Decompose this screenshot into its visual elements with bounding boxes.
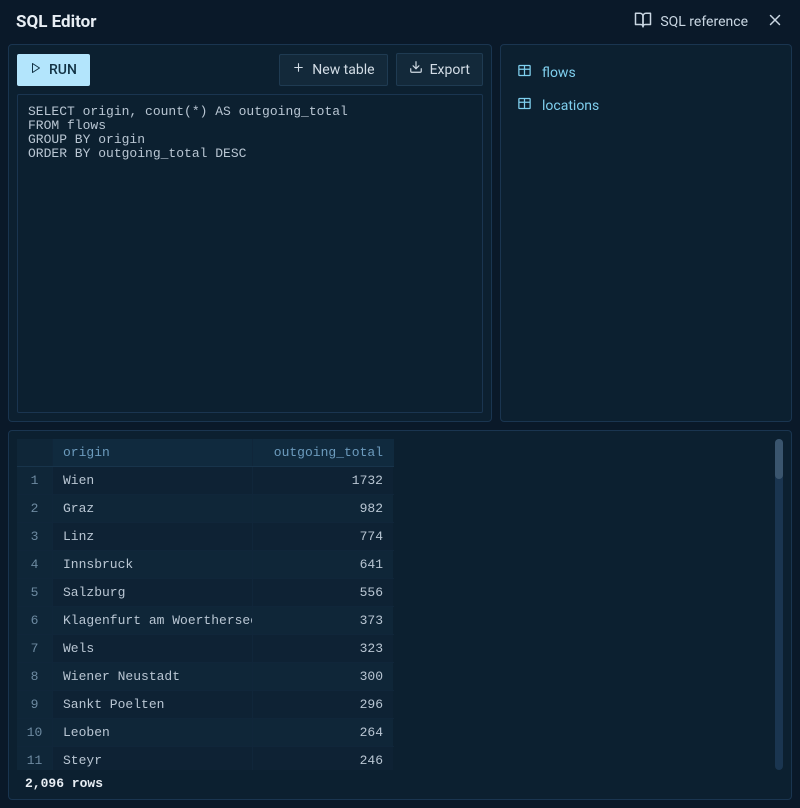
row-index: 4 xyxy=(17,551,53,578)
sql-reference-link[interactable]: SQL reference xyxy=(634,11,748,33)
row-index: 2 xyxy=(17,495,53,522)
results-panel: origin outgoing_total 1 Wien 1732 2 Graz… xyxy=(8,430,792,800)
table-row[interactable]: 4 Innsbruck 641 xyxy=(17,551,394,579)
row-index: 10 xyxy=(17,719,53,746)
close-button[interactable] xyxy=(766,11,784,33)
cell-origin: Wien xyxy=(53,467,253,494)
cell-outgoing-total: 300 xyxy=(253,663,393,690)
book-icon xyxy=(634,11,652,33)
row-index: 8 xyxy=(17,663,53,690)
row-index-header xyxy=(17,439,53,466)
table-row[interactable]: 10 Leoben 264 xyxy=(17,719,394,747)
table-row[interactable]: 6 Klagenfurt am Woerthersee 373 xyxy=(17,607,394,635)
cell-origin: Klagenfurt am Woerthersee xyxy=(53,607,253,634)
cell-outgoing-total: 982 xyxy=(253,495,393,522)
editor-panel: RUN New table Export SELECT origin, coun… xyxy=(8,44,492,422)
top-row: RUN New table Export SELECT origin, coun… xyxy=(8,44,792,422)
table-row[interactable]: 9 Sankt Poelten 296 xyxy=(17,691,394,719)
row-index: 3 xyxy=(17,523,53,550)
export-button[interactable]: Export xyxy=(396,53,483,86)
export-label: Export xyxy=(430,61,470,79)
results-scrollbar[interactable] xyxy=(775,439,783,770)
run-label: RUN xyxy=(49,61,77,79)
cell-outgoing-total: 373 xyxy=(253,607,393,634)
cell-origin: Leoben xyxy=(53,719,253,746)
table-icon xyxy=(517,63,532,82)
download-icon xyxy=(409,60,423,79)
cell-outgoing-total: 641 xyxy=(253,551,393,578)
table-row[interactable]: 3 Linz 774 xyxy=(17,523,394,551)
row-index: 1 xyxy=(17,467,53,494)
grid-header-row: origin outgoing_total xyxy=(17,439,394,467)
table-row[interactable]: 2 Graz 982 xyxy=(17,495,394,523)
cell-outgoing-total: 556 xyxy=(253,579,393,606)
cell-origin: Steyr xyxy=(53,747,253,770)
row-index: 7 xyxy=(17,635,53,662)
play-icon xyxy=(30,61,42,79)
cell-origin: Innsbruck xyxy=(53,551,253,578)
cell-outgoing-total: 774 xyxy=(253,523,393,550)
run-button[interactable]: RUN xyxy=(17,54,90,86)
results-scrollbar-thumb[interactable] xyxy=(775,439,783,479)
table-item-locations[interactable]: locations xyxy=(513,94,779,117)
column-header-outgoing-total[interactable]: outgoing_total xyxy=(253,439,393,466)
header-actions: SQL reference xyxy=(634,11,784,33)
table-row[interactable]: 1 Wien 1732 xyxy=(17,467,394,495)
tables-panel: flows locations xyxy=(500,44,792,422)
table-row[interactable]: 5 Salzburg 556 xyxy=(17,579,394,607)
cell-outgoing-total: 264 xyxy=(253,719,393,746)
page-title: SQL Editor xyxy=(16,12,96,32)
table-row[interactable]: 11 Steyr 246 xyxy=(17,747,394,770)
cell-outgoing-total: 296 xyxy=(253,691,393,718)
column-header-origin[interactable]: origin xyxy=(53,439,253,466)
results-grid: origin outgoing_total 1 Wien 1732 2 Graz… xyxy=(17,439,394,770)
cell-origin: Linz xyxy=(53,523,253,550)
main: RUN New table Export SELECT origin, coun… xyxy=(0,44,800,808)
cell-outgoing-total: 246 xyxy=(253,747,393,770)
row-index: 5 xyxy=(17,579,53,606)
cell-origin: Wiener Neustadt xyxy=(53,663,253,690)
sql-reference-label: SQL reference xyxy=(660,14,748,30)
cell-outgoing-total: 323 xyxy=(253,635,393,662)
table-row[interactable]: 8 Wiener Neustadt 300 xyxy=(17,663,394,691)
table-item-flows[interactable]: flows xyxy=(513,61,779,84)
table-icon xyxy=(517,96,532,115)
row-index: 6 xyxy=(17,607,53,634)
new-table-label: New table xyxy=(312,61,374,79)
table-name: locations xyxy=(542,98,599,114)
cell-outgoing-total: 1732 xyxy=(253,467,393,494)
cell-origin: Wels xyxy=(53,635,253,662)
new-table-button[interactable]: New table xyxy=(279,54,387,86)
cell-origin: Graz xyxy=(53,495,253,522)
results-status: 2,096 rows xyxy=(17,770,783,793)
header: SQL Editor SQL reference xyxy=(0,0,800,44)
row-index: 9 xyxy=(17,691,53,718)
cell-origin: Salzburg xyxy=(53,579,253,606)
results-grid-wrapper: origin outgoing_total 1 Wien 1732 2 Graz… xyxy=(17,439,783,770)
plus-icon xyxy=(292,61,305,79)
cell-origin: Sankt Poelten xyxy=(53,691,253,718)
table-name: flows xyxy=(542,65,576,81)
row-index: 11 xyxy=(17,747,53,770)
table-row[interactable]: 7 Wels 323 xyxy=(17,635,394,663)
close-icon xyxy=(766,11,784,33)
sql-editor[interactable]: SELECT origin, count(*) AS outgoing_tota… xyxy=(17,94,483,413)
editor-toolbar: RUN New table Export xyxy=(17,53,483,86)
